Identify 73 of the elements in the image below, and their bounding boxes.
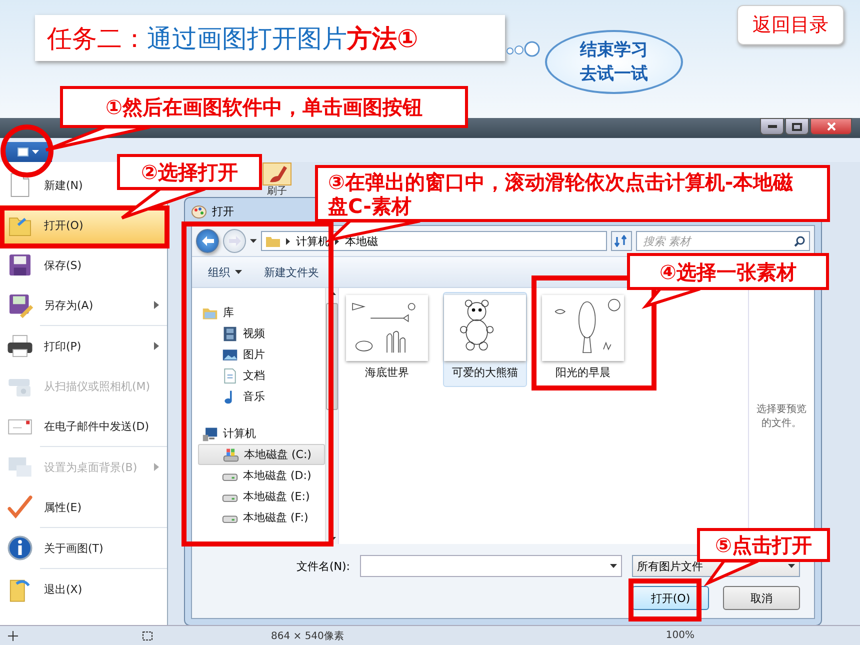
highlight-circle xyxy=(0,124,54,178)
ribbon-label: 刷子 xyxy=(267,186,287,197)
file-item[interactable]: 阳光的早晨 xyxy=(541,292,625,387)
caret-icon xyxy=(32,150,38,154)
toolbar-button[interactable]: 新建文件夹 xyxy=(264,264,319,280)
nav-item[interactable]: 图片 xyxy=(198,344,325,365)
zoom-level: 100% xyxy=(666,630,695,641)
menu-item[interactable]: 关于画图(T) xyxy=(0,528,167,568)
right-arrow-icon xyxy=(228,236,241,246)
menu-item[interactable]: 保存(S) xyxy=(0,245,167,285)
filename-label: 文件名(N): xyxy=(296,558,350,574)
nav-item[interactable]: 本地磁盘 (C:) xyxy=(198,444,325,465)
refresh-button[interactable] xyxy=(610,231,632,251)
search-field[interactable]: 搜索 素材 xyxy=(636,231,810,251)
system-drive-icon xyxy=(223,446,239,462)
title-text: 通过画图打开图片 xyxy=(147,22,347,54)
menu-item[interactable]: 打印(P) xyxy=(0,326,167,366)
document-icon xyxy=(222,368,238,384)
caret-icon xyxy=(610,564,617,568)
printer-icon xyxy=(6,332,34,360)
left-arrow-icon xyxy=(202,236,214,246)
refresh-icon xyxy=(614,235,628,247)
open-button[interactable]: 打开(O) xyxy=(632,586,709,610)
close-button[interactable] xyxy=(810,118,852,135)
back-button[interactable] xyxy=(196,229,220,253)
selection-icon xyxy=(142,630,153,640)
nav-item[interactable]: 库 xyxy=(198,302,325,323)
search-input[interactable]: 搜索 素材 xyxy=(641,234,794,248)
filename-field[interactable] xyxy=(360,555,622,577)
nav-item[interactable]: 本地磁盘 (D:) xyxy=(198,465,325,486)
image-size: 864 × 540像素 xyxy=(271,630,344,642)
film-icon xyxy=(222,326,238,342)
menu-item[interactable]: 属性(E) xyxy=(0,487,167,527)
breadcrumb[interactable]: 计算机 xyxy=(296,234,330,248)
cancel-button[interactable]: 取消 xyxy=(723,586,800,610)
folder-icon xyxy=(266,235,280,247)
nav-item[interactable]: 本地磁盘 (F:) xyxy=(198,507,325,528)
maximize-button[interactable] xyxy=(785,118,809,135)
caret-icon xyxy=(250,239,258,243)
picture-icon xyxy=(222,346,238,362)
toolbar-button[interactable]: 组织 xyxy=(208,264,242,280)
nav-item[interactable]: 音乐 xyxy=(198,386,325,407)
bubble-text: 去试一试 xyxy=(580,63,648,86)
nav-item[interactable]: 视频 xyxy=(198,323,325,344)
brush-icon xyxy=(262,162,292,186)
breadcrumb[interactable]: 本地磁 xyxy=(345,234,378,248)
nav-item[interactable]: 本地磁盘 (E:) xyxy=(198,486,325,507)
dialog-title: 打开 xyxy=(212,204,234,219)
back-to-contents-button[interactable]: 返回目录 xyxy=(737,5,844,45)
menu-item[interactable]: 在电子邮件中发送(D) xyxy=(0,406,167,446)
move-icon xyxy=(8,630,18,640)
menu-item[interactable]: 退出(X) xyxy=(0,569,167,609)
breadcrumb-arrow-icon xyxy=(286,238,290,244)
nav-item[interactable]: 文档 xyxy=(198,365,325,386)
search-icon xyxy=(794,236,805,246)
file-item[interactable]: 海底世界 xyxy=(345,292,429,387)
minimize-icon xyxy=(768,125,776,128)
callout-tooltip: ②选择打开 xyxy=(117,154,262,190)
close-icon xyxy=(826,122,836,131)
minimize-button[interactable] xyxy=(760,118,784,135)
menu-item[interactable]: 另存为(A) xyxy=(0,285,167,325)
checkmark-icon xyxy=(6,493,34,521)
title-emphasis: 方法① xyxy=(347,22,418,54)
file-item[interactable]: 可爱的大熊猫 xyxy=(443,292,527,387)
nav-item[interactable]: 计算机 xyxy=(198,423,325,444)
palette-icon xyxy=(191,204,207,218)
bubble-text: 结束学习 xyxy=(580,39,648,62)
maximize-icon xyxy=(792,122,802,130)
info-icon xyxy=(6,534,34,562)
page-icon xyxy=(16,147,28,157)
caret-icon xyxy=(788,564,795,568)
computer-icon xyxy=(202,426,218,442)
title-label: 任务二： xyxy=(47,22,147,54)
